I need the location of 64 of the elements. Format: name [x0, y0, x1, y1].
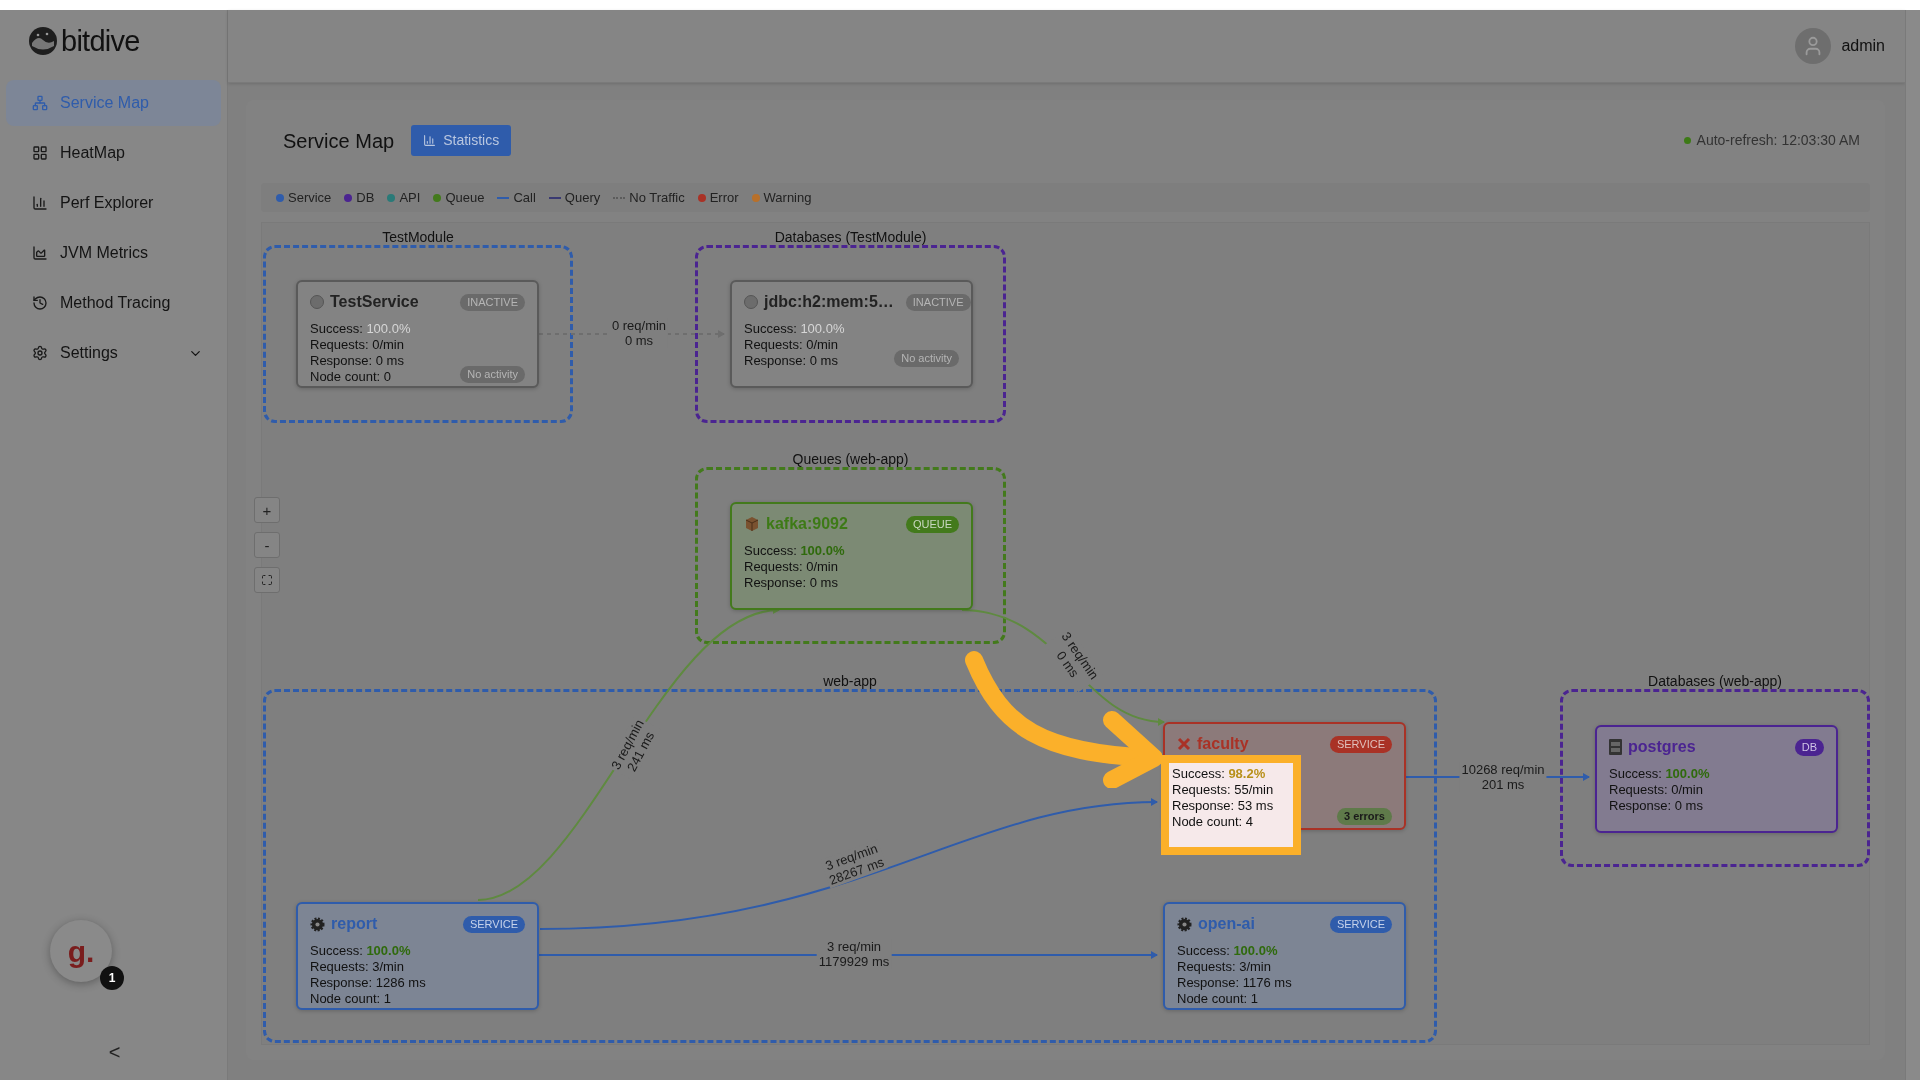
stat-text: Response: 0 ms	[310, 353, 405, 369]
legend-label: Queue	[445, 188, 485, 207]
stat-text: Success: 100.0%	[744, 543, 845, 559]
node-type-tag: QUEUE	[905, 515, 959, 533]
legend-label: Service	[288, 188, 332, 207]
edge-label: 3 req/min 1179929 ms	[816, 939, 892, 969]
stat-text: Requests: 0/min	[310, 337, 405, 353]
node-name: faculty	[1197, 734, 1249, 754]
group-label: TestModule	[382, 230, 454, 244]
node-type-tag: SERVICE	[1329, 915, 1392, 933]
node-name: TestService	[330, 292, 419, 312]
node-name: postgres	[1628, 737, 1696, 757]
stat-text: Node count: 4	[1172, 814, 1254, 830]
stat-text: Success: 100.0%	[310, 321, 411, 337]
edge-label: 0 req/min 0 ms	[609, 318, 669, 348]
stat-text: Requests: 0/min	[744, 337, 839, 353]
group-label: Databases (TestModule)	[774, 230, 927, 244]
node-type-tag: DB	[1794, 738, 1824, 756]
stat-text: Success: 98.2%	[1172, 766, 1267, 782]
node-type-tag: SERVICE	[462, 915, 525, 933]
group-label: web-app	[823, 674, 877, 688]
stat-text: Response: 0 ms	[744, 353, 839, 369]
node-type-tag: INACTIVE	[460, 293, 525, 311]
node-status-tag: No activity	[894, 350, 959, 367]
stat-text: Requests: 55/min	[1172, 782, 1275, 798]
node-type-tag: SERVICE	[1329, 735, 1392, 753]
edge-label: 10268 req/min 201 ms	[1459, 762, 1547, 792]
auto-refresh-text: Auto-refresh: 12:03:30 AM	[1696, 131, 1860, 150]
stat-text: Success: 100.0%	[744, 321, 845, 337]
stat-text: Requests: 0/min	[1609, 782, 1704, 798]
page-title: Service Map	[283, 128, 395, 154]
node-status-tag: 3 errors	[1337, 808, 1392, 825]
legend-label: Error	[709, 188, 739, 207]
group-label: Databases (web-app)	[1648, 674, 1782, 688]
legend-label: Query	[564, 188, 601, 207]
stat-text: Success: 100.0%	[310, 943, 412, 959]
logo-text: bitdive	[61, 26, 140, 56]
stat-text: Response: 53 ms	[1172, 798, 1275, 814]
stat-text: Requests: 0/min	[744, 559, 839, 575]
legend-label: No Traffic	[629, 188, 685, 207]
notification-badge: 1	[100, 966, 124, 990]
stat-text: Response: 0 ms	[744, 575, 839, 591]
stat-text: Node count: 0	[310, 369, 392, 385]
legend-label: Warning	[763, 188, 812, 207]
legend-label: API	[399, 188, 421, 207]
stat-text: Node count: 1	[1177, 991, 1259, 1007]
stat-text: Success: 100.0%	[1609, 766, 1710, 782]
node-name: jdbc:h2:mem:5…	[764, 292, 894, 312]
user-name: admin	[1841, 36, 1885, 56]
stat-text: Node count: 1	[310, 991, 392, 1007]
node-name: report	[331, 914, 378, 934]
legend-label: DB	[356, 188, 375, 207]
node-name: open-ai	[1198, 914, 1255, 934]
stat-text: Success: 100.0%	[1177, 943, 1279, 959]
node-name: kafka:9092	[766, 514, 848, 534]
stat-text: Requests: 3/min	[310, 959, 405, 975]
stat-text: Response: 1286 ms	[310, 975, 426, 991]
legend-label: Call	[513, 188, 536, 207]
node-status-tag: No activity	[460, 366, 525, 383]
node-type-tag: INACTIVE	[905, 293, 971, 311]
group-label: Queues (web-app)	[792, 452, 909, 466]
stat-text: Response: 1176 ms	[1177, 975, 1292, 991]
stat-text: Response: 0 ms	[1609, 798, 1704, 814]
stat-text: Requests: 3/min	[1177, 959, 1272, 975]
